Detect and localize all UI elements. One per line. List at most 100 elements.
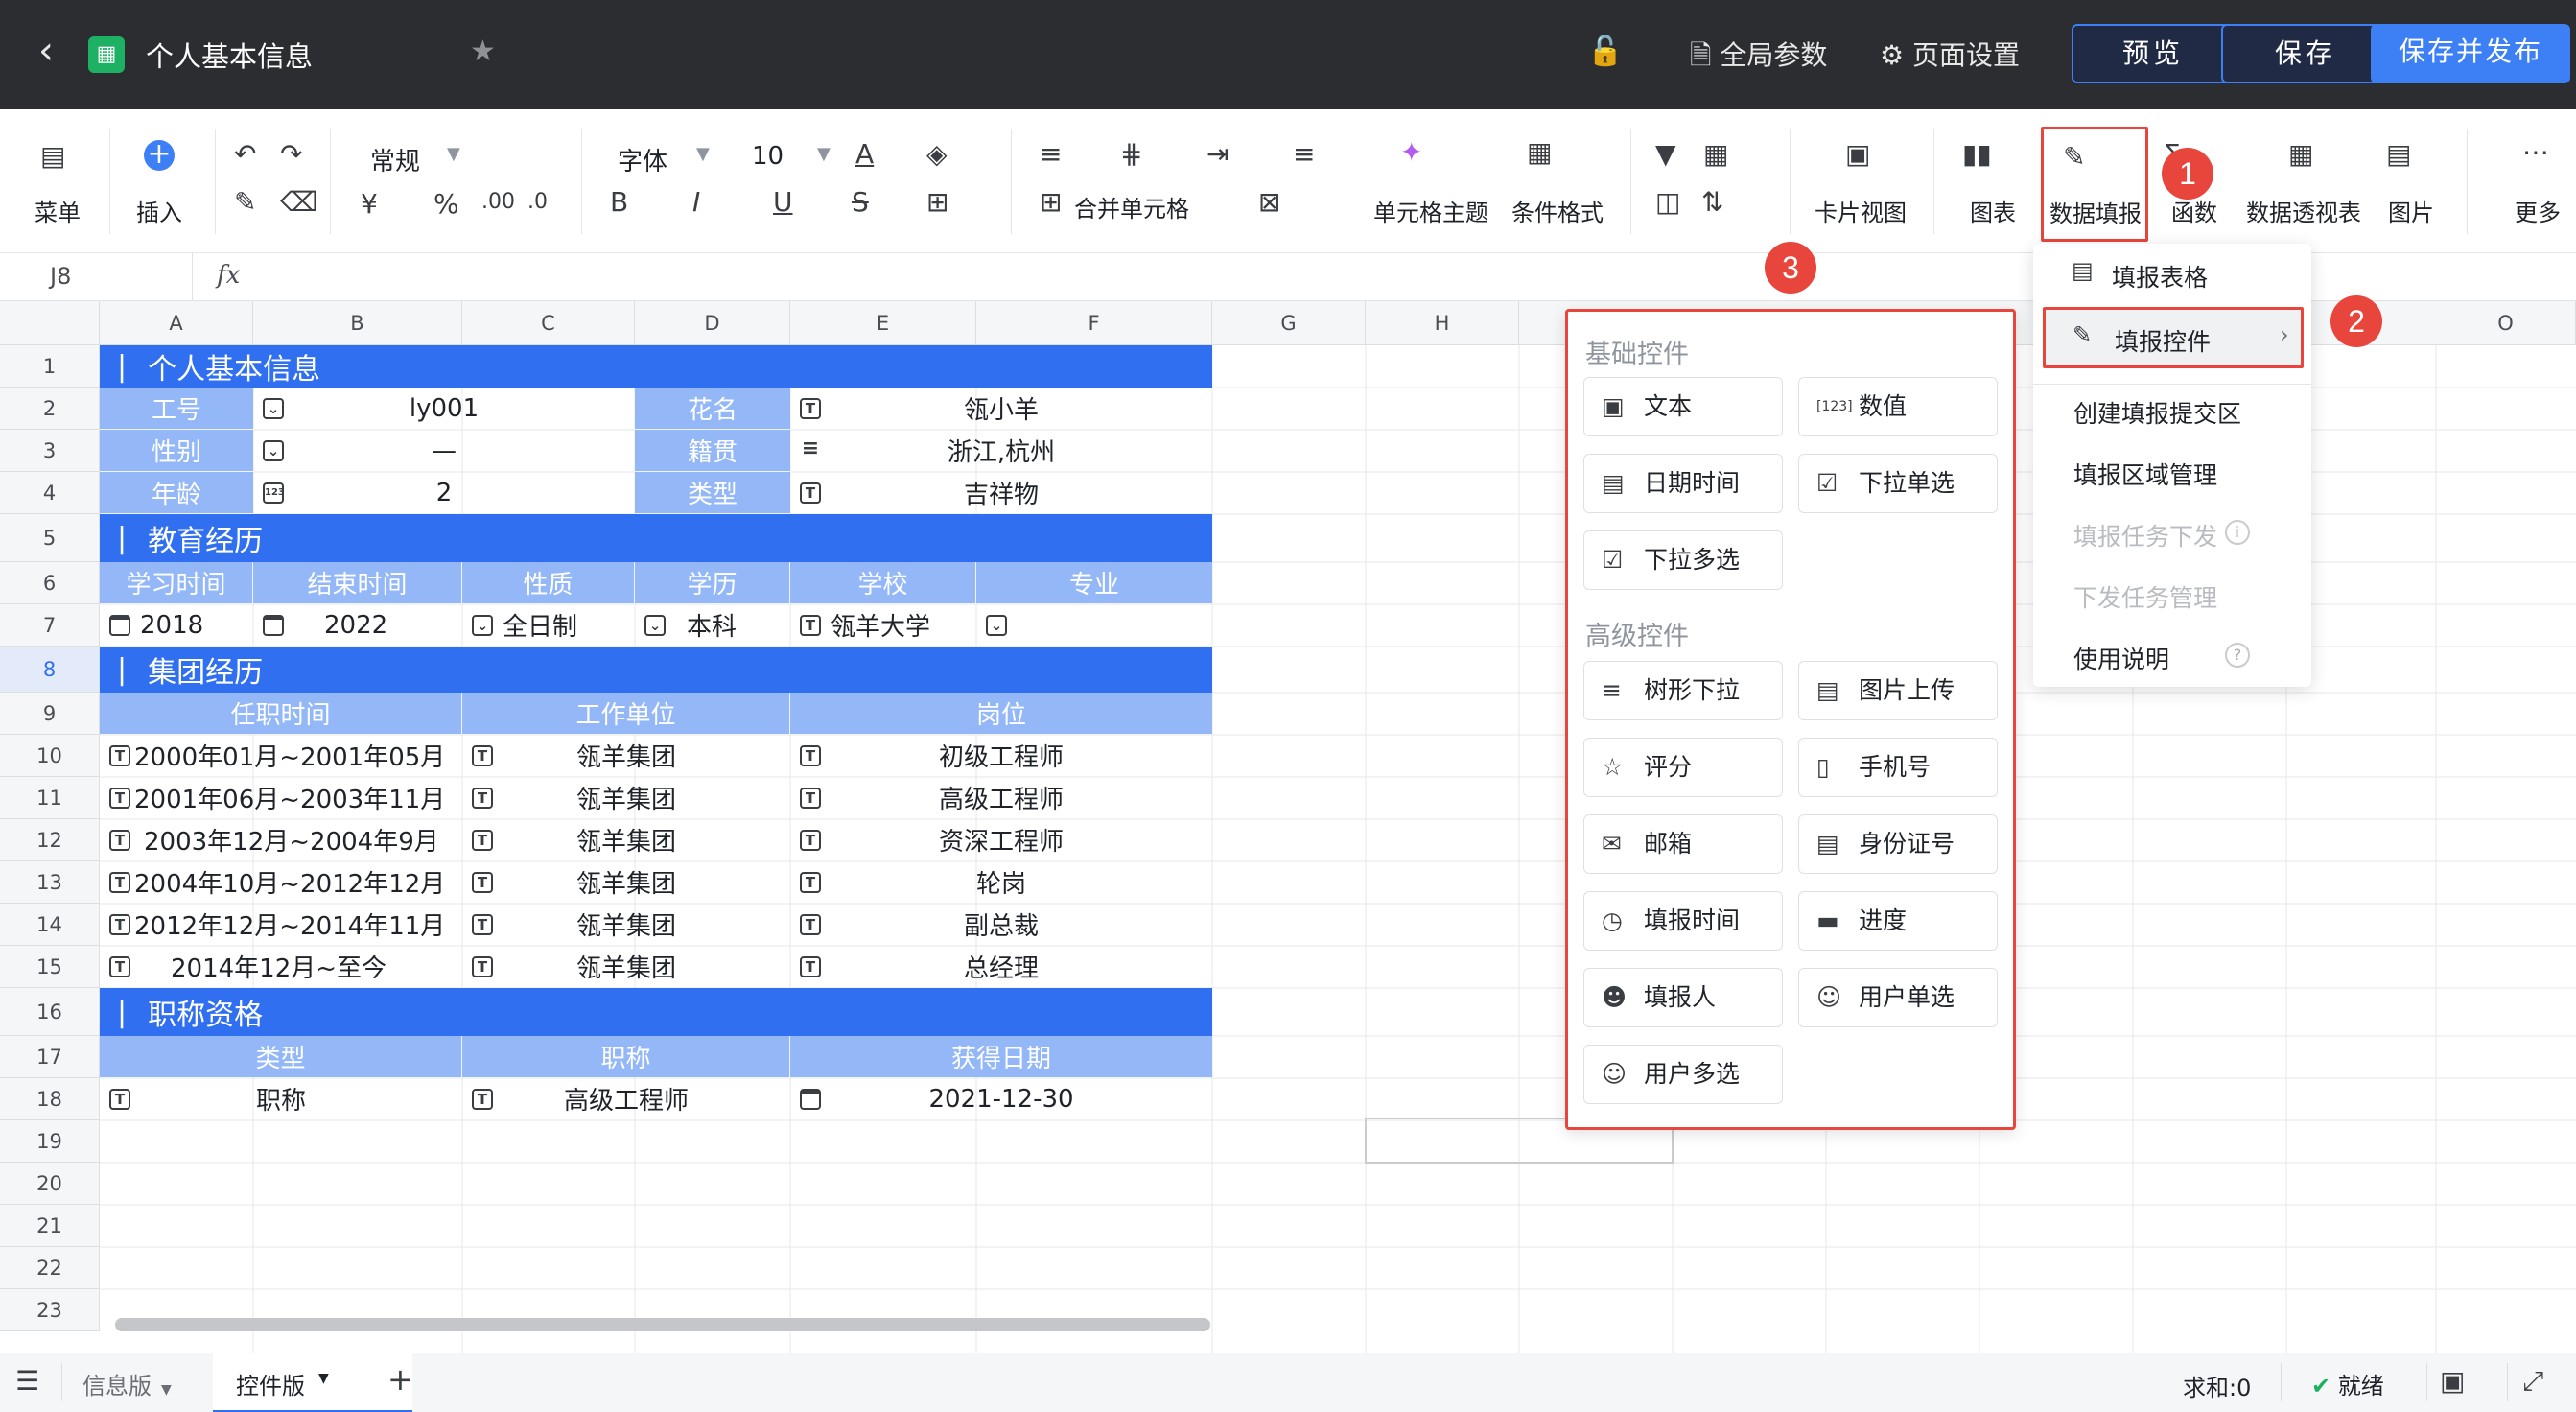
menu-item-help[interactable]: 使用说明 [2073,641,2169,675]
col-header[interactable]: A [100,301,253,345]
lock-icon[interactable]: 🔓 [1587,35,1623,68]
col-header[interactable]: F [976,301,1212,345]
image-icon[interactable]: ▤ [2386,138,2411,170]
header-cell[interactable]: 结束时间 [253,562,461,603]
cell-reference[interactable]: J8 [50,263,71,290]
control-cell[interactable]: T 高级工程师 [462,1078,790,1119]
cond-format-label[interactable]: 条件格式 [1511,194,1604,227]
control-cell[interactable]: T 职称 [100,1078,462,1119]
control-tree-select-button[interactable]: ≡ 树形下拉 [1583,661,1783,720]
help-icon[interactable]: ? [2225,643,2250,668]
chart-label[interactable]: 图表 [1970,194,2016,227]
control-cell[interactable]: T 瓴羊集团 [462,819,790,860]
global-params-button[interactable]: 🗎 全局参数 [1690,35,1827,82]
preview-button[interactable]: 预览 [2072,24,2235,83]
control-cell[interactable]: T 2003年12月~2004年9月 [100,819,462,860]
control-cell[interactable]: T 总经理 [790,946,1212,987]
label-cell[interactable]: 性别 [100,430,253,471]
col-header[interactable]: G [1212,301,1366,345]
label-cell[interactable]: 类型 [635,472,790,513]
control-cell[interactable]: T 瓴羊集团 [462,861,790,903]
col-header[interactable]: O [2436,301,2576,345]
underline-icon[interactable]: U [773,186,793,218]
row-header[interactable]: 18 [0,1078,100,1120]
decimal-increase-icon[interactable]: .00 [481,190,515,214]
control-cell[interactable]: ⌄ ly001 [253,388,635,429]
plus-icon[interactable]: + [144,140,175,171]
row-header[interactable]: 10 [0,735,100,777]
format-painter-icon[interactable]: ✎ [234,186,256,218]
table-icon[interactable]: ▦ [1703,138,1728,170]
fill-color-icon[interactable]: ◈ [926,138,948,170]
control-cell[interactable]: T 瓴小羊 [790,388,1212,429]
row-header[interactable]: 20 [0,1163,100,1205]
menu-item-fill-table[interactable]: 填报表格 [2073,259,2208,294]
col-header[interactable]: D [635,301,790,345]
row-header[interactable]: 22 [0,1247,100,1289]
strikethrough-icon[interactable]: S [852,186,869,218]
font-family-select[interactable]: 字体 [618,142,667,177]
redo-icon[interactable]: ↷ [280,138,302,170]
document-title[interactable]: 个人基本信息 [146,35,313,75]
currency-icon[interactable]: ¥ [361,188,378,220]
row-header[interactable]: 14 [0,904,100,946]
freeze-icon[interactable]: ⊠ [1258,186,1280,218]
row-header-selected[interactable]: 8 [0,647,100,693]
control-cell[interactable]: 2018 [100,604,253,646]
header-cell[interactable]: 职称 [462,1036,789,1077]
bold-icon[interactable]: B [610,186,628,218]
control-cell[interactable]: 2021-12-30 [790,1078,1212,1119]
control-datetime-button[interactable]: ▤ 日期时间 [1583,454,1783,513]
control-multi-select-button[interactable]: ☑ 下拉多选 [1583,530,1783,590]
row-header[interactable]: 16 [0,988,100,1036]
fullscreen-icon[interactable]: ⤢ [2522,1365,2543,1398]
wrap-text-icon[interactable]: ⇥ [1206,138,1229,170]
control-fill-time-button[interactable]: ◷ 填报时间 [1583,891,1783,951]
horizontal-scrollbar[interactable] [115,1318,1210,1331]
sheet-tab-info[interactable]: 信息版 ▼ [82,1367,172,1400]
fx-icon[interactable]: fx [217,261,240,290]
section-header[interactable]: | 集团经历 [100,647,1212,693]
menu-item-fill-controls[interactable]: ✎ 填报控件 › [2043,307,2304,368]
control-progress-button[interactable]: ▬ 进度 [1798,891,1998,951]
corner-cell[interactable] [0,301,100,345]
control-cell[interactable]: T 瓴羊大学 [790,604,976,646]
sheet-tab-control[interactable]: 控件版 ▼ [213,1353,412,1412]
menu-label[interactable]: 菜单 [35,194,81,227]
fit-view-icon[interactable]: ▣ [2440,1365,2465,1397]
pivot-label[interactable]: 数据透视表 [2246,194,2361,227]
control-number-button[interactable]: [123] 数值 [1798,377,1998,436]
control-cell[interactable]: T 瓴羊集团 [462,735,790,776]
number-format-select[interactable]: 常规 [370,142,420,177]
save-publish-button[interactable]: 保存并发布 [2371,24,2570,83]
insert-label[interactable]: 插入 [136,194,182,227]
control-cell[interactable]: T 瓴羊集团 [462,777,790,818]
control-cell[interactable]: T 2004年10月~2012年12月 [100,861,462,903]
header-cell[interactable]: 学历 [635,562,789,603]
border-icon[interactable]: ⊞ [926,186,948,218]
control-cell[interactable]: T 瓴羊集团 [462,904,790,945]
control-image-upload-button[interactable]: ▤ 图片上传 [1798,661,1998,720]
card-view-icon[interactable]: ▣ [1845,138,1870,170]
merge-cells-icon[interactable]: ⊞ [1040,186,1062,218]
section-header[interactable]: | 教育经历 [100,514,1212,562]
control-cell[interactable]: T 2000年01月~2001年05月 [100,735,462,776]
chevron-down-icon[interactable]: ▼ [696,144,710,164]
control-cell[interactable]: ⌄ [976,604,1212,646]
chevron-down-icon[interactable]: ▼ [447,144,460,164]
magic-theme-icon[interactable]: ✦ [1400,136,1422,168]
filter-icon[interactable]: ▼ [1655,138,1676,170]
control-cell[interactable]: 2022 [253,604,462,646]
chart-icon[interactable]: ▮▮ [1962,138,1992,170]
decimal-decrease-icon[interactable]: .0 [527,190,548,214]
row-header[interactable]: 19 [0,1120,100,1163]
row-header[interactable]: 4 [0,472,100,514]
control-cell[interactable]: 123 2 [253,472,635,513]
menu-item-create-submit[interactable]: 创建填报提交区 [2073,395,2241,430]
label-cell[interactable]: 年龄 [100,472,253,513]
row-header[interactable]: 11 [0,777,100,819]
label-cell[interactable]: 花名 [635,388,790,429]
more-icon[interactable]: ⋯ [2522,136,2549,168]
function-label[interactable]: 函数 [2171,194,2217,227]
control-cell[interactable]: T 2014年12月~至今 [100,946,462,987]
